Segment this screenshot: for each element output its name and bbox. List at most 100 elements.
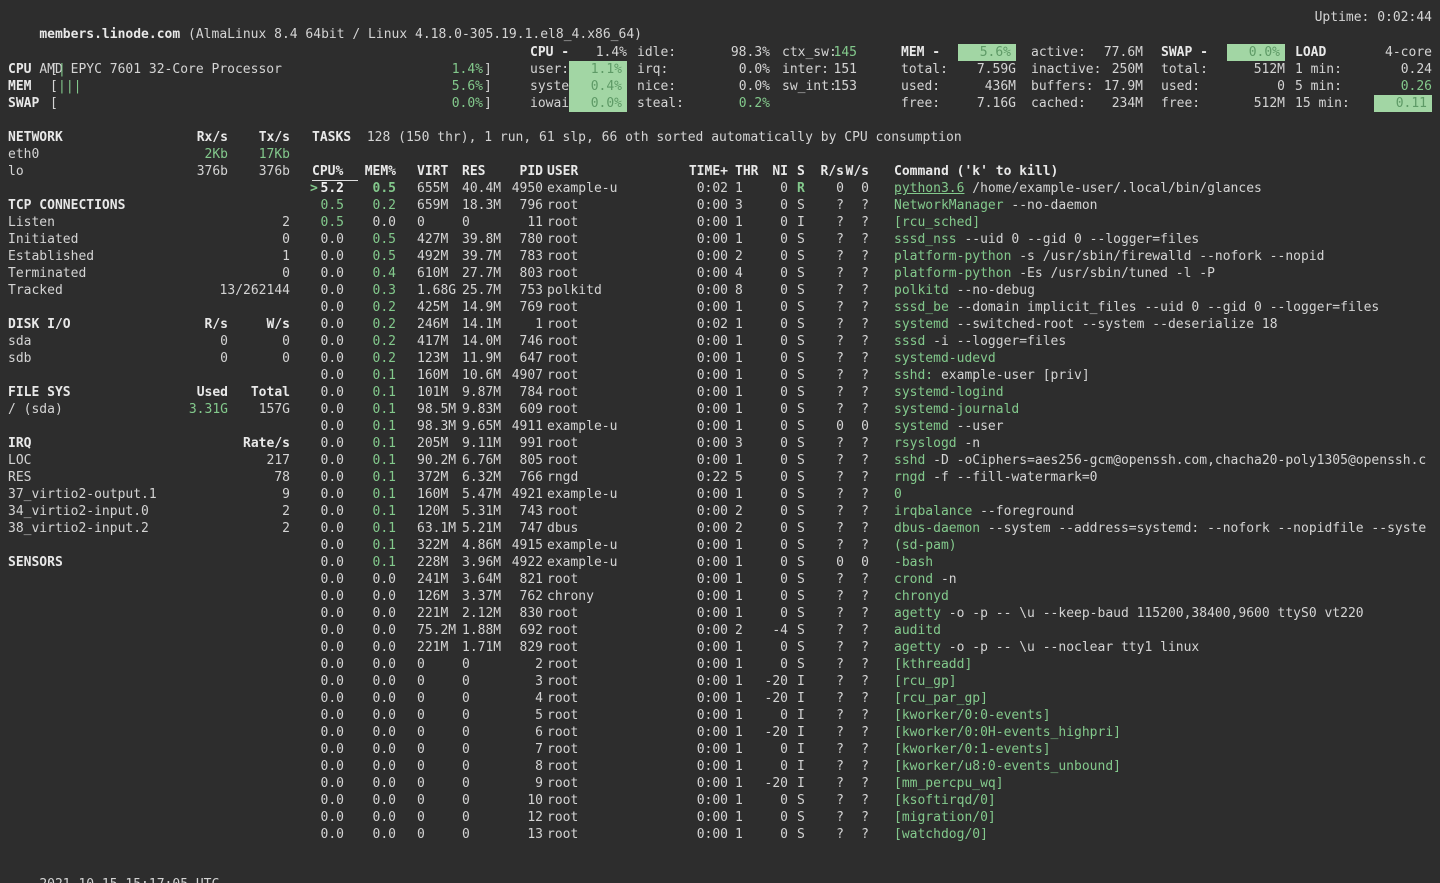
- proc-command-name: [migration/0]: [894, 810, 996, 825]
- process-row[interactable]: 0.00.0004root0:001-20I??[rcu_par_gp]: [0, 690, 1440, 707]
- process-row[interactable]: 0.00.0007root0:0010I??[kworker/0:1-event…: [0, 741, 1440, 758]
- proc-cpu: 0.0: [316, 520, 344, 537]
- process-row[interactable]: 0.00.1228M3.96M4922example-u0:0010S00-ba…: [0, 554, 1440, 571]
- process-row[interactable]: 0.00.1120M5.31M743root0:0020S??irqbalanc…: [0, 503, 1440, 520]
- process-row[interactable]: 0.00.2417M14.0M746root0:0010S??sssd -i -…: [0, 333, 1440, 350]
- proc-thr: 1: [735, 316, 743, 333]
- stat-value: 0.2%: [739, 95, 770, 112]
- proc-cpu: 0.0: [316, 622, 344, 639]
- process-row[interactable]: 0.00.00012root0:0010S??[migration/0]: [0, 809, 1440, 826]
- proc-time: 0:00: [672, 707, 728, 724]
- proc-status: S: [797, 520, 805, 537]
- proc-res: 0: [462, 656, 470, 673]
- proc-pid: 746: [495, 333, 543, 350]
- proc-command-name: [kworker/0:1-events]: [894, 742, 1051, 757]
- proc-cpu: 0.0: [316, 724, 344, 741]
- proc-time: 0:00: [672, 214, 728, 231]
- stat-label: active:: [1031, 44, 1086, 61]
- process-row[interactable]: 0.00.0221M1.71M829root0:0010S??agetty -o…: [0, 639, 1440, 656]
- stat-load-15-min: 15 min:0.11: [1295, 95, 1432, 112]
- proc-status: S: [797, 452, 805, 469]
- proc-command: [rcu_par_gp]: [894, 690, 1440, 707]
- process-row[interactable]: 0.00.2425M14.9M769root0:0010S??sssd_be -…: [0, 299, 1440, 316]
- process-row[interactable]: 0.50.2659M18.3M796root0:0030S??NetworkMa…: [0, 197, 1440, 214]
- process-row[interactable]: 0.00.0003root0:001-20I??[rcu_gp]: [0, 673, 1440, 690]
- proc-res: 0: [462, 741, 470, 758]
- proc-cpu: 0.0: [316, 316, 344, 333]
- proc-ni: 0: [762, 299, 788, 316]
- proc-command-name: [rcu_sched]: [894, 215, 980, 230]
- stat-value: 436M: [985, 78, 1016, 95]
- process-row[interactable]: 0.00.198.3M9.65M4911example-u0:0010S00sy…: [0, 418, 1440, 435]
- process-row[interactable]: 0.00.1160M5.47M4921example-u0:0010S??0: [0, 486, 1440, 503]
- proc-res: 0: [462, 826, 470, 843]
- proc-command: [kworker/0:0-events]: [894, 707, 1440, 724]
- proc-ni: -4: [762, 622, 788, 639]
- proc-cpu: 0.0: [316, 792, 344, 809]
- process-row[interactable]: 0.00.2123M11.9M647root0:0010S??systemd-u…: [0, 350, 1440, 367]
- proc-virt: 160M: [417, 486, 448, 503]
- process-row[interactable]: 0.00.1205M9.11M991root0:0030S??rsyslogd …: [0, 435, 1440, 452]
- process-row[interactable]: 0.00.190.2M6.76M805root0:0010S??sshd -D …: [0, 452, 1440, 469]
- proc-command-name: NetworkManager: [894, 198, 1004, 213]
- proc-status: S: [797, 299, 805, 316]
- proc-time: 0:00: [672, 350, 728, 367]
- proc-thr: 1: [735, 350, 743, 367]
- proc-time: 0:00: [672, 554, 728, 571]
- stat-cpu-interrupts-sw-int: sw_int:153: [782, 78, 857, 95]
- proc-ni: 0: [762, 792, 788, 809]
- proc-mem: 0.0: [358, 690, 396, 707]
- proc-read-per-sec: ?: [820, 384, 844, 401]
- proc-time: 0:00: [672, 571, 728, 588]
- process-row[interactable]: 0.00.0008root0:0010I??[kworker/u8:0-even…: [0, 758, 1440, 775]
- sidebar-section-network: NETWORKRx/sTx/s: [0, 129, 1440, 146]
- proc-read-per-sec: ?: [820, 520, 844, 537]
- proc-mem: 0.5: [358, 248, 396, 265]
- process-row[interactable]: 0.00.198.5M9.83M609root0:0010S??systemd-…: [0, 401, 1440, 418]
- process-row[interactable]: 0.00.00013root0:0010S??[watchdog/0]: [0, 826, 1440, 843]
- proc-write-per-sec: ?: [845, 197, 869, 214]
- process-row[interactable]: 0.00.5492M39.7M783root0:0020S??platform-…: [0, 248, 1440, 265]
- proc-command-name: auditd: [894, 623, 941, 638]
- process-row[interactable]: 0.50.00011root0:0010I??[rcu_sched]: [0, 214, 1440, 231]
- proc-thr: 1: [735, 690, 743, 707]
- process-row[interactable]: 0.00.075.2M1.88M692root0:002-4S??auditd: [0, 622, 1440, 639]
- process-row[interactable]: 0.00.1372M6.32M766rngd0:2250S??rngd -f -…: [0, 469, 1440, 486]
- proc-read-per-sec: ?: [820, 248, 844, 265]
- process-row[interactable]: 0.00.0006root0:001-20I??[kworker/0:0H-ev…: [0, 724, 1440, 741]
- proc-virt: 0: [417, 775, 425, 792]
- proc-ni: 0: [762, 503, 788, 520]
- process-row[interactable]: 0.00.0009root0:001-20I??[mm_percpu_wq]: [0, 775, 1440, 792]
- process-row[interactable]: 0.00.2246M14.1M1root0:0210S??systemd --s…: [0, 316, 1440, 333]
- process-row[interactable]: 0.00.00010root0:0010S??[ksoftirqd/0]: [0, 792, 1440, 809]
- stat-value: 0.4%: [569, 78, 627, 95]
- process-row[interactable]: 0.00.0241M3.64M821root0:0010S??crond -n: [0, 571, 1440, 588]
- stat-value: 0.24: [1401, 61, 1432, 78]
- process-row[interactable]: 0.00.1160M10.6M4907root0:0010S??sshd: ex…: [0, 367, 1440, 384]
- process-row[interactable]: 0.00.31.68G25.7M753polkitd0:0080S??polki…: [0, 282, 1440, 299]
- process-row[interactable]: 0.00.0221M2.12M830root0:0010S??agetty -o…: [0, 605, 1440, 622]
- process-row[interactable]: 0.00.4610M27.7M803root0:0040S??platform-…: [0, 265, 1440, 282]
- stat-value: 77.6M: [1104, 44, 1143, 61]
- process-row[interactable]: 0.00.0002root0:0010S??[kthreadd]: [0, 656, 1440, 673]
- proc-status: S: [797, 248, 805, 265]
- stat-value: 98.3%: [731, 44, 770, 61]
- proc-ni: 0: [762, 588, 788, 605]
- process-row[interactable]: 0.00.163.1M5.21M747dbus0:0020S??dbus-dae…: [0, 520, 1440, 537]
- proc-ni: 0: [762, 333, 788, 350]
- process-row[interactable]: >5.20.5655M40.4M4950example-u0:0210R00py…: [0, 180, 1440, 197]
- proc-command-name: crond: [894, 572, 933, 587]
- proc-mem: 0.1: [358, 401, 396, 418]
- proc-status: I: [797, 724, 805, 741]
- process-row[interactable]: 0.00.0005root0:0010I??[kworker/0:0-event…: [0, 707, 1440, 724]
- process-row[interactable]: 0.00.1322M4.86M4915example-u0:0010S??(sd…: [0, 537, 1440, 554]
- proc-pid: 4907: [495, 367, 543, 384]
- process-row[interactable]: 0.00.0126M3.37M762chrony0:0010S??chronyd: [0, 588, 1440, 605]
- proc-cpu: 0.0: [316, 673, 344, 690]
- process-row[interactable]: 0.00.1101M9.87M784root0:0010S??systemd-l…: [0, 384, 1440, 401]
- proc-mem: 0.2: [358, 197, 396, 214]
- proc-cpu: 0.0: [316, 350, 344, 367]
- process-row[interactable]: 0.00.5427M39.8M780root0:0010S??sssd_nss …: [0, 231, 1440, 248]
- proc-write-per-sec: ?: [845, 826, 869, 843]
- proc-pid: 12: [495, 809, 543, 826]
